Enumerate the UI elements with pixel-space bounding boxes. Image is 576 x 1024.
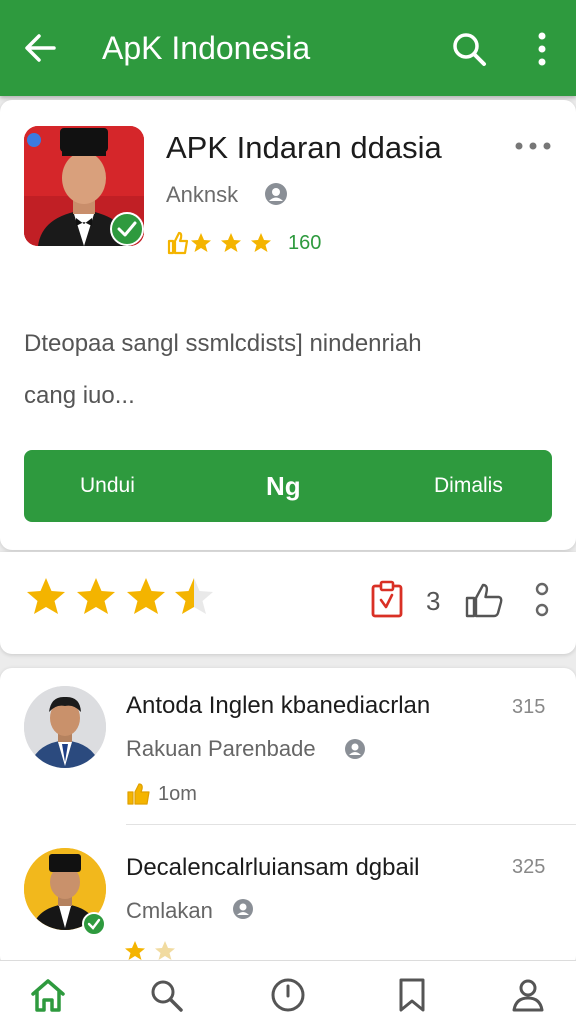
review-item[interactable]: Antoda Inglen kbanediacrlan 315 Rakuan P…	[0, 668, 576, 825]
more-vert-icon[interactable]	[532, 580, 552, 620]
details-button[interactable]: Dimalis	[434, 474, 503, 498]
clock-icon[interactable]	[270, 977, 306, 1013]
reviews-card: Antoda Inglen kbanediacrlan 315 Rakuan P…	[0, 668, 576, 968]
review-number: 315	[512, 696, 546, 718]
app-details-card: APK Indaran ddasia Anknsk 160 Dteopaa sa…	[0, 100, 576, 550]
app-developer[interactable]: Anknsk	[166, 182, 238, 208]
search-icon[interactable]	[148, 977, 184, 1013]
rating-card: 3	[0, 552, 576, 654]
thumbs-up-outline-icon[interactable]	[464, 582, 504, 618]
review-stars	[125, 941, 175, 960]
reviewer-subtitle: Rakuan Parenbade	[126, 736, 316, 761]
action-button-bar[interactable]: Undui Ng Dimalis	[24, 450, 552, 522]
thumbs-up-icon	[167, 231, 189, 255]
likes-count: 3	[426, 586, 441, 616]
large-rating-stars[interactable]	[24, 576, 224, 620]
rating-count: 160	[288, 231, 322, 254]
description-line: cang iuo...	[24, 382, 135, 409]
user-verified-icon	[233, 899, 253, 919]
bookmark-icon[interactable]	[394, 977, 430, 1013]
download-button[interactable]: Undui	[80, 474, 135, 498]
more-vert-icon[interactable]	[530, 30, 554, 68]
app-rating-row: 160	[166, 230, 321, 256]
home-icon[interactable]	[30, 977, 66, 1013]
profile-icon[interactable]	[510, 977, 546, 1013]
verified-check-icon	[82, 912, 106, 936]
reviewer-name: Antoda Inglen kbanediacrlan	[126, 692, 431, 719]
app-title: APK Indaran ddasia	[166, 130, 442, 165]
search-icon[interactable]	[450, 30, 488, 68]
developer-verified-icon	[265, 183, 287, 205]
review-number: 325	[512, 856, 546, 878]
reviewer-name: Decalencalrluiansam dgbail	[126, 854, 420, 881]
reviewer-subtitle: Cmlakan	[126, 898, 213, 923]
verified-check-icon	[110, 212, 144, 246]
description-line: Dteopaa sangl ssmlcdists] nindenriah	[24, 330, 422, 357]
middle-button[interactable]: Ng	[266, 471, 301, 502]
back-arrow-icon[interactable]	[22, 30, 58, 66]
clipboard-icon[interactable]	[370, 580, 404, 618]
user-verified-icon	[345, 739, 365, 759]
review-meta-text: 1om	[158, 782, 197, 805]
rating-stars	[191, 233, 271, 252]
reviewer-avatar	[24, 686, 106, 768]
thumbs-up-icon	[127, 783, 150, 805]
more-horiz-icon[interactable]	[514, 140, 552, 152]
app-description: Dteopaa sangl ssmlcdists] nindenriah can…	[24, 318, 544, 422]
bottom-navigation	[0, 960, 576, 1024]
app-bar-title: ApK Indonesia	[102, 30, 311, 66]
review-item[interactable]: Decalencalrluiansam dgbail 325 Cmlakan	[0, 826, 576, 976]
app-bar: ApK Indonesia	[0, 0, 576, 96]
divider	[126, 824, 576, 825]
review-meta: 1om	[126, 782, 197, 806]
